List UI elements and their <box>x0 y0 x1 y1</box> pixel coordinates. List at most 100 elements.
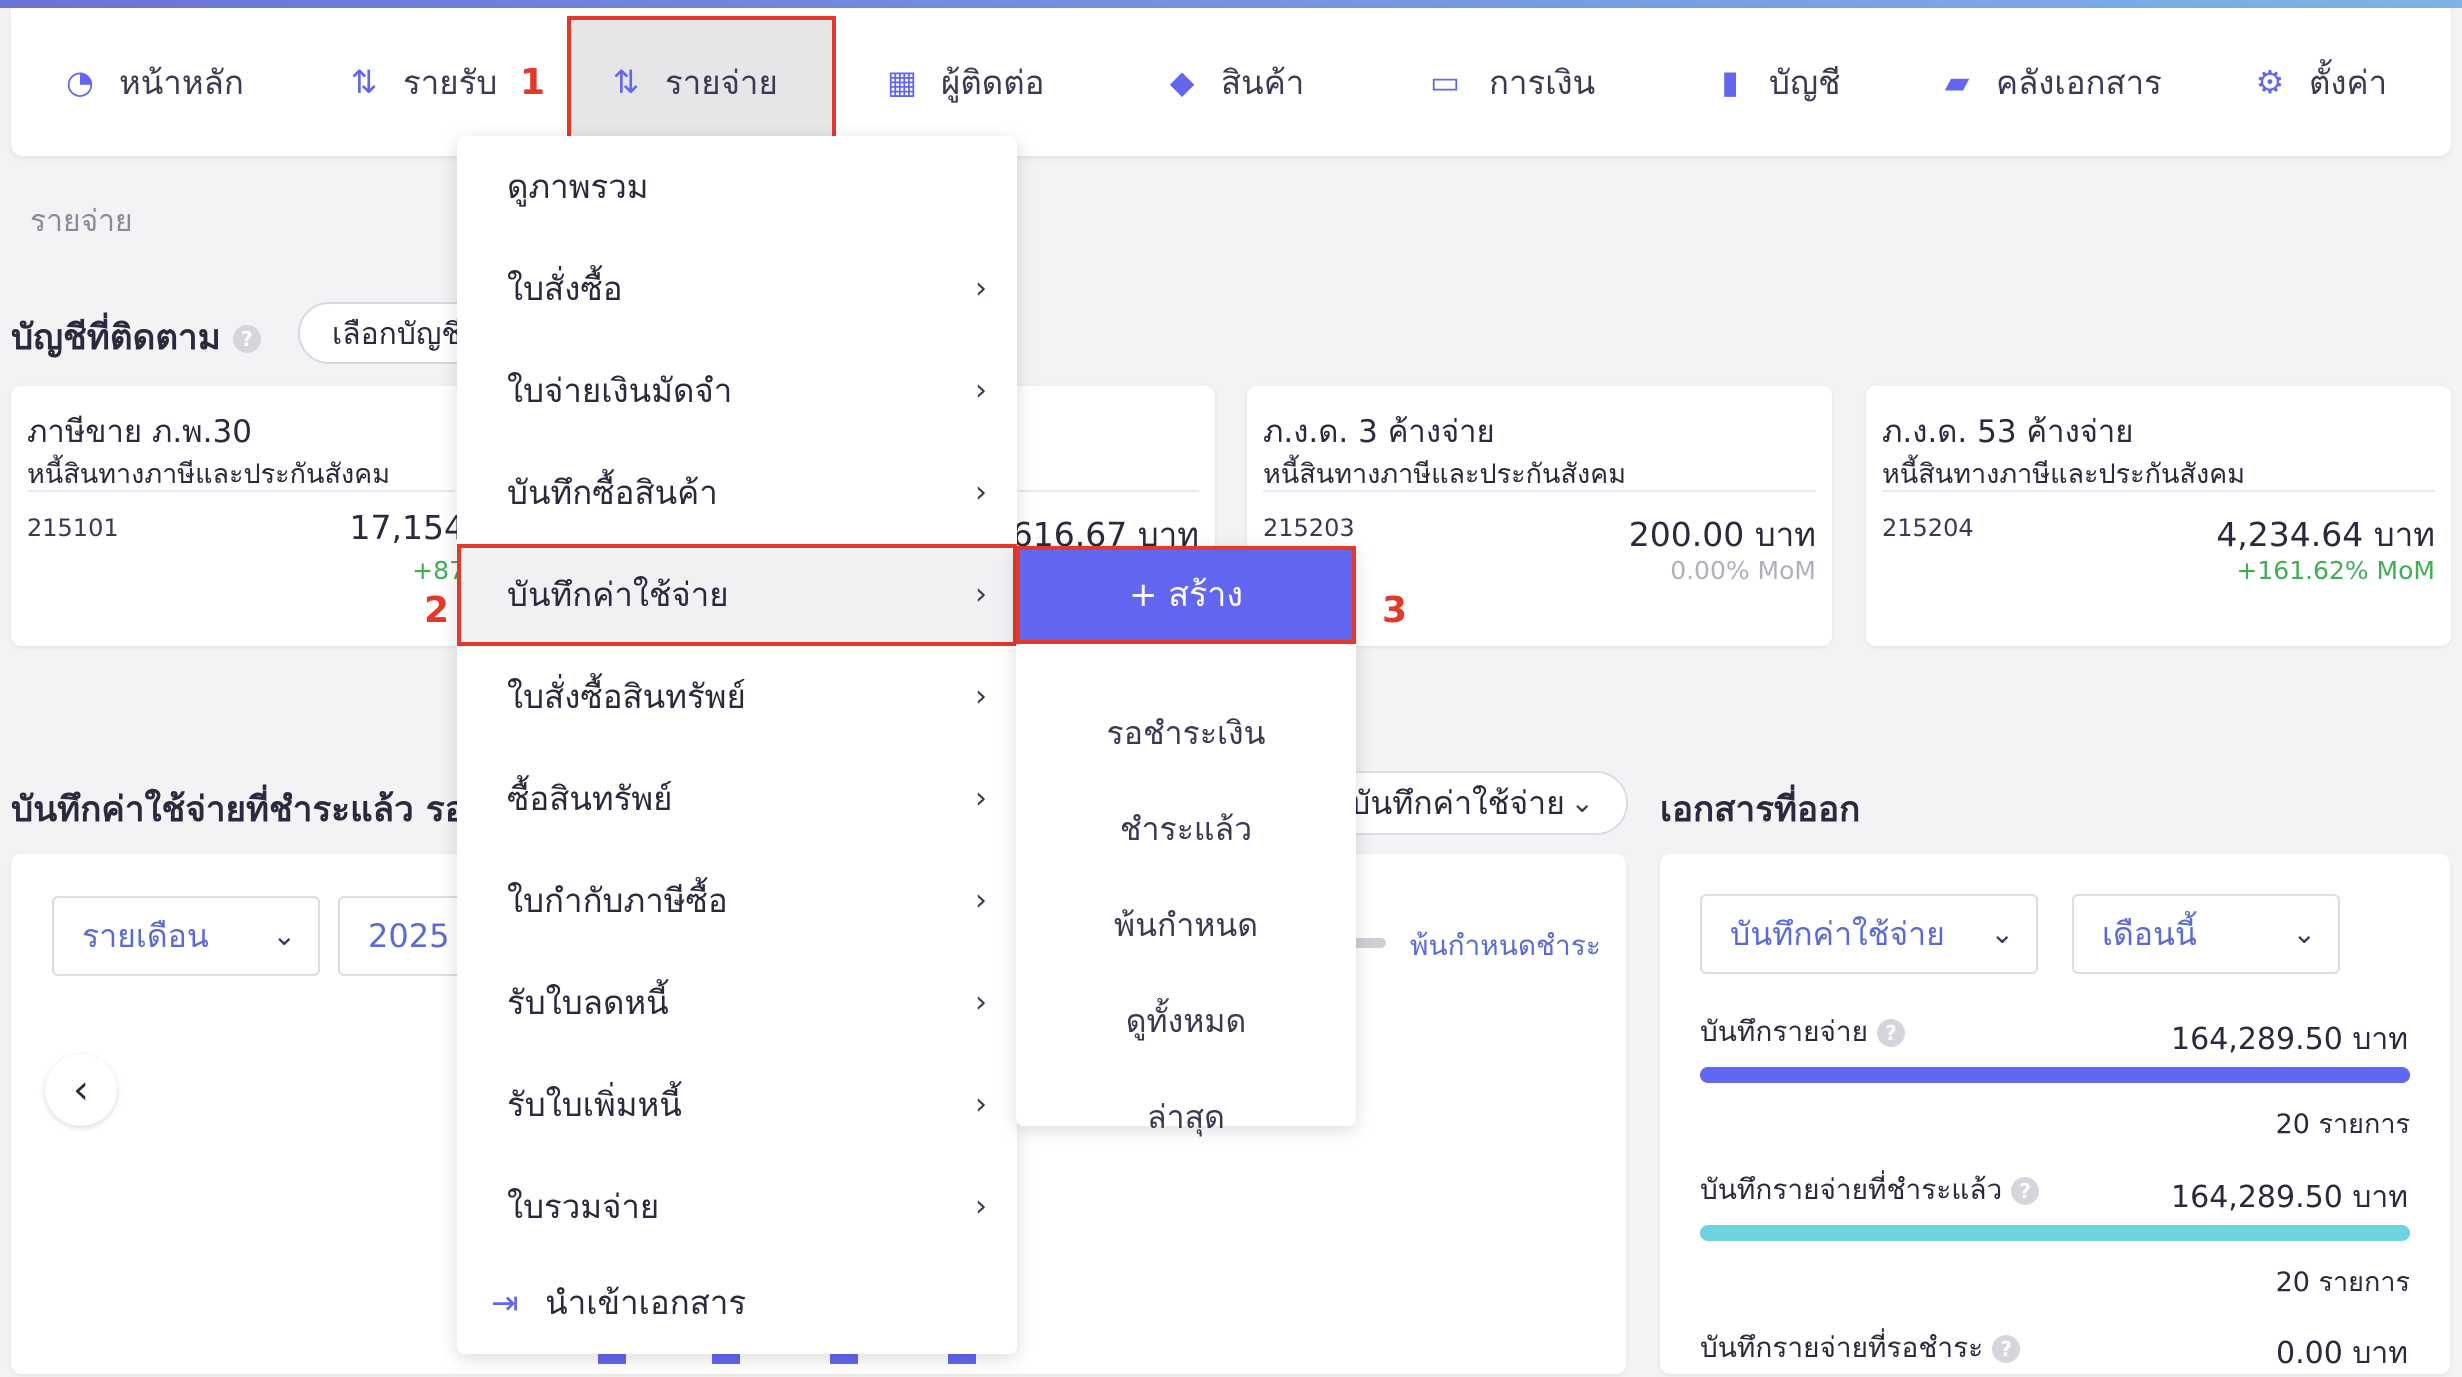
breadcrumb: รายจ่าย <box>30 204 133 239</box>
menu-item-combined-payment[interactable]: ใบรวมจ่าย › <box>457 1156 1017 1258</box>
help-icon[interactable]: ? <box>1992 1335 2021 1363</box>
nav-item-accounting[interactable]: ▮ บัญชี <box>1711 8 1840 156</box>
menu-item-purchase-order[interactable]: ใบสั่งซื้อ › <box>457 238 1017 340</box>
sort-list-icon: ⇅ <box>612 63 640 101</box>
help-icon[interactable]: ? <box>2011 1177 2040 1205</box>
nav-item-contacts[interactable]: ▦ ผู้ติดต่อ <box>883 8 1045 156</box>
chevron-down-icon: ⌄ <box>1990 917 2014 950</box>
card-mom: 0.00% MoM <box>1670 556 1816 585</box>
chevron-right-icon: › <box>975 781 987 816</box>
chevron-down-icon: ⌄ <box>1570 786 1594 819</box>
chevron-right-icon: › <box>975 679 987 714</box>
menu-item-deposit-payment[interactable]: ใบจ่ายเงินมัดจำ › <box>457 340 1017 442</box>
menu-item-purchase-record[interactable]: บันทึกซื้อสินค้า › <box>457 442 1017 544</box>
chevron-right-icon: › <box>975 985 987 1020</box>
stat-label: บันทึกรายจ่ายที่รอชำระ ? <box>1700 1326 2021 1370</box>
card-subtitle: หนี้สินทางภาษีและประกันสังคม <box>27 459 391 490</box>
submenu-item-awaiting-payment[interactable]: รอชำระเงิน <box>1016 688 1356 778</box>
nav-item-products[interactable]: ◆ สินค้า <box>1163 8 1305 156</box>
submenu-item-overdue[interactable]: พ้นกำหนด <box>1016 880 1356 970</box>
card-title: ภาษีขาย ภ.พ.30 <box>27 414 252 450</box>
menu-item-import-documents[interactable]: ⇥ นำเข้าเอกสาร <box>457 1252 1017 1354</box>
stat-label: บันทึกรายจ่ายที่ชำระแล้ว ? <box>1700 1168 2040 1212</box>
issued-period-select[interactable]: เดือนนี้ ⌄ <box>2072 894 2340 974</box>
account-card[interactable]: ภ.ง.ด. 53 ค้างจ่าย หนี้สินทางภาษีและประก… <box>1866 386 2451 646</box>
expense-section-title: บันทึกค่าใช้จ่ายที่ชำระแล้ว รอชำ <box>11 790 457 830</box>
book-icon: ▮ <box>1721 63 1739 101</box>
nav-item-label: การเงิน <box>1489 62 1596 102</box>
submenu-item-view-all[interactable]: ดูทั้งหมด <box>1016 976 1356 1066</box>
chevron-left-icon[interactable]: ‹ <box>45 1054 117 1126</box>
card-title: ภ.ง.ด. 3 ค้างจ่าย <box>1263 414 1495 450</box>
stat-value: 0.00 บาท <box>2276 1336 2408 1371</box>
top-accent-stripe <box>0 0 2462 8</box>
nav-item-documents[interactable]: ▰ คลังเอกสาร <box>1938 8 2162 156</box>
tracked-accounts-title: บัญชีที่ติดตาม ? <box>11 310 261 365</box>
expense-record-submenu: + สร้าง รอชำระเงิน ชำระแล้ว พ้นกำหนด ดูท… <box>1016 546 1356 1136</box>
card-title: ภ.ง.ด. 53 ค้างจ่าย <box>1882 414 2134 450</box>
step-marker-2: 2 <box>424 590 450 631</box>
folder-icon: ▰ <box>1944 63 1970 101</box>
account-card[interactable]: ภาษีขาย ภ.พ.30 หนี้สินทางภาษีและประกันสั… <box>11 386 471 646</box>
stat-bar <box>1700 1067 2410 1083</box>
chevron-right-icon: › <box>975 475 987 510</box>
divider <box>1882 490 2435 492</box>
chevron-right-icon: › <box>975 1189 987 1224</box>
stat-value: 164,289.50 บาท <box>2171 1022 2408 1057</box>
menu-item-credit-note[interactable]: รับใบลดหนี้ › <box>457 952 1017 1054</box>
card-code: 215203 <box>1263 514 1355 542</box>
menu-item-expense-record[interactable]: บันทึกค่าใช้จ่าย › <box>457 544 1017 646</box>
divider <box>27 490 455 492</box>
stat-label: บันทึกรายจ่าย ? <box>1700 1010 1905 1054</box>
card-amount: 200.00 บาท <box>1628 515 1816 554</box>
menu-item-buy-asset[interactable]: ซื้อสินทรัพย์ › <box>457 748 1017 850</box>
step-marker-3: 3 <box>1382 590 1408 631</box>
nav-item-expense[interactable]: ⇅ รายจ่าย <box>607 8 778 156</box>
card-amount: 17,154 <box>349 508 465 547</box>
chevron-right-icon: › <box>975 577 987 612</box>
nav-item-label: บัญชี <box>1769 62 1841 102</box>
sort-list-icon: ⇅ <box>350 63 378 101</box>
step-marker-1: 1 <box>520 62 546 103</box>
menu-item-asset-purchase-order[interactable]: ใบสั่งซื้อสินทรัพย์ › <box>457 646 1017 748</box>
card-subtitle: หนี้สินทางภาษีและประกันสังคม <box>1882 459 2246 490</box>
card-code: 215101 <box>27 514 119 542</box>
gear-icon: ⚙ <box>2255 63 2285 101</box>
nav-item-label: สินค้า <box>1221 62 1305 102</box>
nav-item-label: ผู้ติดต่อ <box>941 62 1045 102</box>
nav-item-label: รายจ่าย <box>665 62 778 102</box>
menu-item-purchase-tax-invoice[interactable]: ใบกำกับภาษีซื้อ › <box>457 850 1017 952</box>
help-icon[interactable]: ? <box>232 325 261 353</box>
submenu-item-latest[interactable]: ล่าสุด <box>1016 1072 1356 1162</box>
nav-item-settings[interactable]: ⚙ ตั้งค่า <box>2251 8 2388 156</box>
issued-doc-select[interactable]: บันทึกค่าใช้จ่าย ⌄ <box>1700 894 2038 974</box>
chevron-down-icon: ⌄ <box>2292 917 2316 950</box>
chevron-right-icon: › <box>975 373 987 408</box>
nav-item-label: ตั้งค่า <box>2309 62 2388 102</box>
chart-circle-icon: ◔ <box>66 63 94 101</box>
menu-item-debit-note[interactable]: รับใบเพิ่มหนี้ › <box>457 1054 1017 1156</box>
card-amount: 4,234.64 บาท <box>2216 515 2435 554</box>
chevron-right-icon: › <box>975 271 987 306</box>
stat-count: 20 รายการ <box>2275 1109 2410 1140</box>
nav-item-label: คลังเอกสาร <box>1996 62 2162 102</box>
create-button[interactable]: + สร้าง <box>1016 546 1356 644</box>
help-icon[interactable]: ? <box>1876 1019 1905 1047</box>
stat-bar <box>1700 1225 2410 1241</box>
nav-item-home[interactable]: ◔ หน้าหลัก <box>61 8 244 156</box>
nav-item-finance[interactable]: ▭ การเงิน <box>1421 8 1595 156</box>
submenu-item-paid[interactable]: ชำระแล้ว <box>1016 784 1356 874</box>
stat-count: 20 รายการ <box>2275 1267 2410 1298</box>
expense-dropdown-menu: ดูภาพรวม ใบสั่งซื้อ › ใบจ่ายเงินมัดจำ › … <box>457 136 1017 1354</box>
menu-item-overview[interactable]: ดูภาพรวม <box>457 136 1017 238</box>
nav-item-label: รายรับ <box>403 62 498 102</box>
money-icon: ▭ <box>1429 63 1461 101</box>
divider <box>1263 490 1816 492</box>
period-select[interactable]: รายเดือน ⌄ <box>52 896 320 976</box>
chevron-right-icon: › <box>975 883 987 918</box>
card-mom: +161.62% MoM <box>2236 556 2435 585</box>
nav-item-income[interactable]: ⇅ รายรับ <box>345 8 498 156</box>
stat-value: 164,289.50 บาท <box>2171 1180 2408 1215</box>
card-code: 215204 <box>1882 514 1974 542</box>
nav-item-label: หน้าหลัก <box>119 62 244 102</box>
